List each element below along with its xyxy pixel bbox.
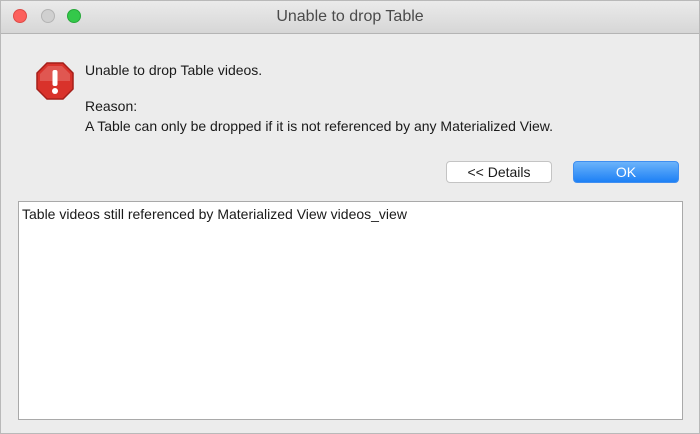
error-message: Unable to drop Table videos.: [85, 62, 263, 78]
alert-stop-icon: [35, 61, 75, 101]
details-text-area[interactable]: Table videos still referenced by Materia…: [18, 201, 683, 420]
title-bar[interactable]: Unable to drop Table: [1, 1, 699, 34]
dialog-window: Unable to drop Table Unable to drop Tabl…: [0, 0, 700, 434]
window-title: Unable to drop Table: [276, 8, 424, 25]
details-toggle-button[interactable]: << Details: [446, 161, 552, 183]
reason-label: Reason:: [85, 98, 138, 114]
reason-text: A Table can only be dropped if it is not…: [85, 118, 553, 134]
details-text: Table videos still referenced by Materia…: [22, 206, 407, 222]
ok-button[interactable]: OK: [573, 161, 679, 183]
